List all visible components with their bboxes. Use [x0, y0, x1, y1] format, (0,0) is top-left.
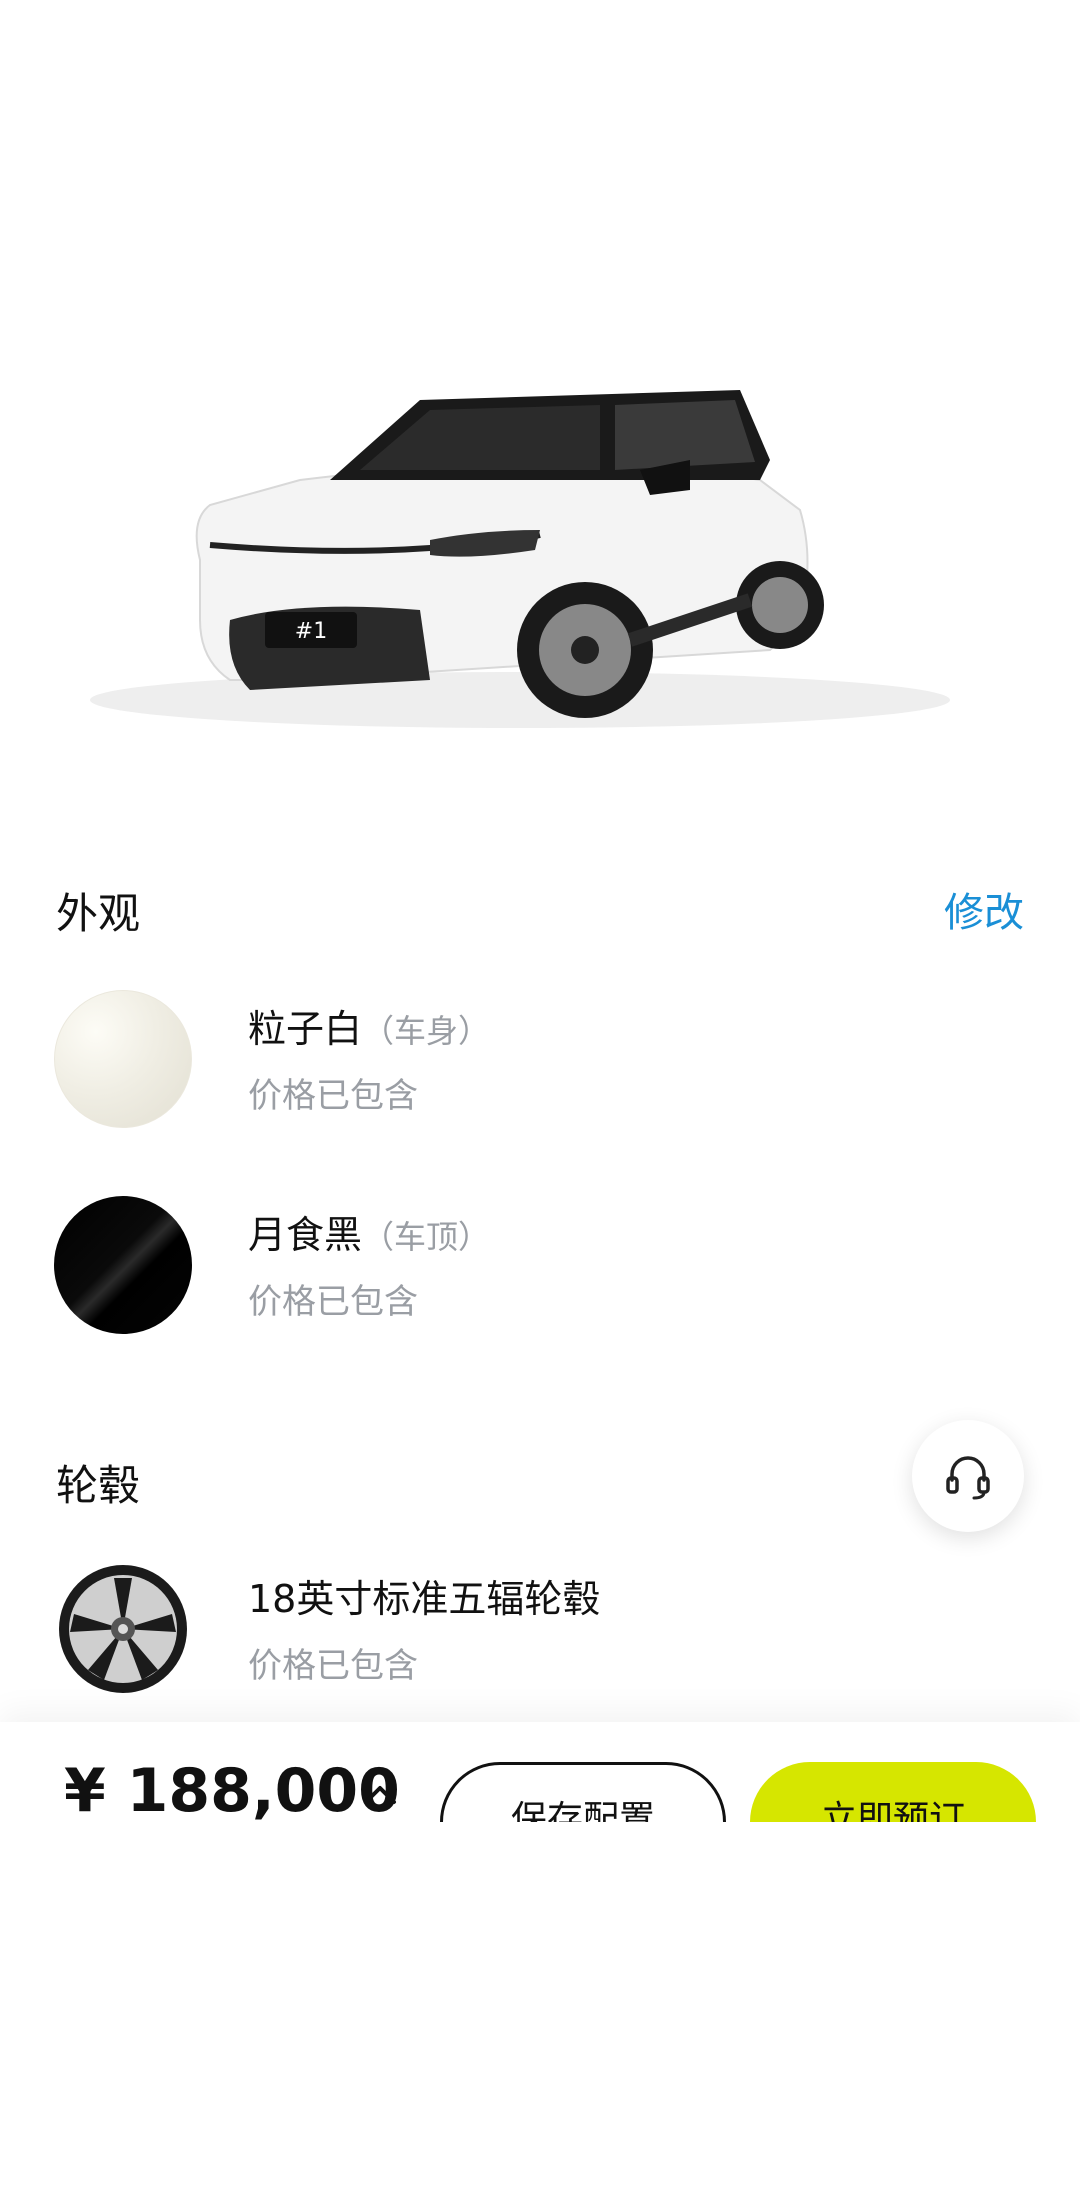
wheel-icon	[54, 1560, 192, 1698]
option-name: 月食黑	[248, 1213, 363, 1257]
option-name: 18英寸标准五辐轮毂	[248, 1577, 601, 1621]
blank-area	[0, 1822, 1080, 2204]
section-title-wheels: 轮毂	[56, 1461, 141, 1510]
bottom-action-bar: ¥ 188,000 保存配置 立即预订	[0, 1722, 1080, 1822]
option-price-note: 价格已包含	[248, 1646, 418, 1686]
option-sub: （车顶）	[362, 1218, 491, 1256]
option-name: 粒子白	[248, 1007, 363, 1051]
headset-icon	[946, 1456, 990, 1500]
black-swatch-icon	[54, 1196, 192, 1334]
section-title-exterior: 外观	[56, 889, 141, 938]
order-now-button[interactable]: 立即预订	[750, 1762, 1036, 1822]
list-item-body-color[interactable]: 粒子白（车身） 价格已包含	[54, 990, 1034, 1130]
option-price-note: 价格已包含	[248, 1282, 418, 1322]
customer-service-button[interactable]	[912, 1420, 1024, 1532]
car-illustration: #1	[90, 390, 950, 728]
chevron-up-icon[interactable]	[360, 1778, 400, 1808]
svg-text:#1: #1	[295, 619, 327, 644]
list-item-wheel[interactable]: 18英寸标准五辐轮毂 价格已包含	[54, 1560, 1034, 1700]
list-item-roof-color[interactable]: 月食黑（车顶） 价格已包含	[54, 1196, 1034, 1336]
edit-button[interactable]: 修改	[944, 880, 1024, 938]
option-sub: （车身）	[362, 1012, 491, 1050]
save-config-button[interactable]: 保存配置	[440, 1762, 726, 1822]
option-price-note: 价格已包含	[248, 1076, 418, 1116]
total-price[interactable]: ¥ 188,000	[64, 1756, 400, 1822]
car-preview-image: #1	[0, 0, 1080, 820]
white-swatch-icon	[54, 990, 192, 1128]
